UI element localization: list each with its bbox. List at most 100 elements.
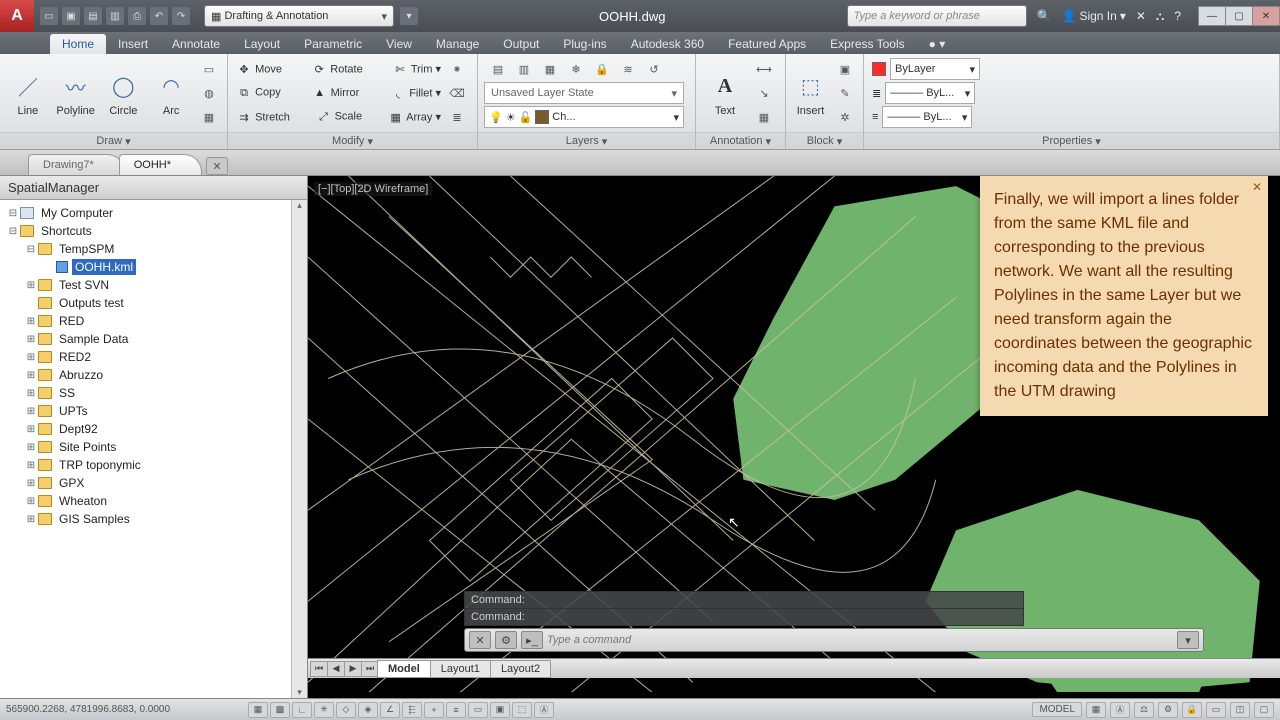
snap-icon[interactable]: ▦ — [248, 702, 268, 718]
menu-tab-home[interactable]: Home — [50, 34, 106, 54]
tool-polyline[interactable]: 〰Polyline — [54, 69, 98, 117]
linetype-combo[interactable]: ——— ByL...▾ — [882, 106, 972, 128]
tool-array[interactable]: ▦ Array ▾ — [388, 109, 441, 125]
attr-block-icon[interactable]: ✲ — [833, 106, 857, 128]
tree-node[interactable]: ⊞Test SVN — [0, 276, 307, 294]
tree-node[interactable]: ⊞GPX — [0, 474, 307, 492]
tree-expander-icon[interactable]: ⊞ — [24, 334, 38, 345]
menu-tab-annotate[interactable]: Annotate — [160, 34, 232, 54]
document-tab[interactable]: Drawing7* — [28, 154, 125, 175]
tree-node[interactable]: ⊞Dept92 — [0, 420, 307, 438]
cmd-customize-icon[interactable]: ⚙ — [495, 631, 517, 649]
status-scale-icon[interactable]: ⚖ — [1134, 702, 1154, 718]
menu-tab-express-tools[interactable]: Express Tools — [818, 34, 916, 54]
grid-icon[interactable]: ▩ — [270, 702, 290, 718]
tool-insert-block[interactable]: ⬚Insert — [792, 69, 829, 117]
layermatch-icon[interactable]: ≋ — [616, 58, 640, 80]
tree-node[interactable]: ⊟My Computer — [0, 204, 307, 222]
layout-prev-icon[interactable]: ◀ — [327, 661, 345, 677]
viewport-controls[interactable]: [−][Top][2D Wireframe] — [314, 182, 432, 196]
undo-icon[interactable]: ↶ — [150, 7, 168, 25]
menu-tab-layout[interactable]: Layout — [232, 34, 292, 54]
tree-node[interactable]: ⊞Site Points — [0, 438, 307, 456]
cmd-recent-icon[interactable]: ▾ — [1177, 631, 1199, 649]
status-lock-icon[interactable]: 🔒 — [1182, 702, 1202, 718]
tree-expander-icon[interactable]: ⊞ — [24, 352, 38, 363]
qp-icon[interactable]: ▣ — [490, 702, 510, 718]
table-icon[interactable]: ▦ — [752, 106, 776, 128]
tool-scale[interactable]: ⤢ Scale — [316, 109, 363, 125]
dimension-icon[interactable]: ⟷ — [752, 58, 776, 80]
layeriso-icon[interactable]: ▦ — [538, 58, 562, 80]
tree-expander-icon[interactable]: ⊞ — [24, 424, 38, 435]
osnap-icon[interactable]: ◇ — [336, 702, 356, 718]
layerfrz-icon[interactable]: ❄ — [564, 58, 588, 80]
color-swatch[interactable] — [872, 62, 886, 76]
edit-block-icon[interactable]: ✎ — [833, 82, 857, 104]
tree-expander-icon[interactable]: ⊞ — [24, 442, 38, 453]
menu-tab-manage[interactable]: Manage — [424, 34, 491, 54]
command-input[interactable] — [547, 634, 1173, 646]
menu-tab-featured-apps[interactable]: Featured Apps — [716, 34, 818, 54]
erase-icon[interactable]: ⌫ — [445, 82, 469, 104]
tool-text[interactable]: AText — [702, 69, 748, 117]
redo-icon[interactable]: ↷ — [172, 7, 190, 25]
menu-extra-icon[interactable]: ● ▾ — [917, 34, 958, 54]
app-logo[interactable]: A — [0, 0, 34, 32]
menu-tab-output[interactable]: Output — [491, 34, 551, 54]
tree-node[interactable]: ⊞TRP toponymic — [0, 456, 307, 474]
maximize-button[interactable]: ▢ — [1225, 6, 1253, 26]
ducs-icon[interactable]: ⬱ — [402, 702, 422, 718]
tree-expander-icon[interactable]: ⊞ — [24, 316, 38, 327]
saveas-icon[interactable]: ▥ — [106, 7, 124, 25]
layout-first-icon[interactable]: ⏮ — [310, 661, 328, 677]
tree-expander-icon[interactable]: ⊟ — [6, 208, 20, 219]
tree-node[interactable]: ⊟Shortcuts — [0, 222, 307, 240]
tool-circle[interactable]: ◯Circle — [102, 69, 146, 117]
tree-node[interactable]: ⊞RED2 — [0, 348, 307, 366]
am-icon[interactable]: Ⓐ — [534, 702, 554, 718]
help-icon[interactable]: ? — [1174, 9, 1181, 23]
otrack-icon[interactable]: ∠ — [380, 702, 400, 718]
status-ann-icon[interactable]: Ⓐ — [1110, 702, 1130, 718]
save-icon[interactable]: ▤ — [84, 7, 102, 25]
new-icon[interactable]: ▭ — [40, 7, 58, 25]
layer-combo[interactable]: 💡☀🔓 Ch...▾ — [484, 106, 684, 128]
layerlock-icon[interactable]: 🔒 — [590, 58, 614, 80]
status-clean-icon[interactable]: ▢ — [1254, 702, 1274, 718]
create-block-icon[interactable]: ▣ — [833, 58, 857, 80]
tree-node[interactable]: ⊞Wheaton — [0, 492, 307, 510]
minimize-button[interactable]: — — [1198, 6, 1226, 26]
tool-trim[interactable]: ✄ Trim ▾ — [392, 61, 441, 77]
callout-close-icon[interactable]: ✕ — [1252, 178, 1262, 196]
color-combo[interactable]: ByLayer▾ — [890, 58, 980, 80]
help-search[interactable]: Type a keyword or phrase — [847, 5, 1027, 27]
tree-view[interactable]: ⊟My Computer⊟Shortcuts⊟TempSPMOOHH.kml⊞T… — [0, 200, 307, 698]
tree-expander-icon[interactable]: ⊞ — [24, 478, 38, 489]
status-iso-icon[interactable]: ◫ — [1230, 702, 1250, 718]
modelspace-toggle[interactable]: MODEL — [1032, 702, 1082, 717]
tree-node[interactable]: ⊞RED — [0, 312, 307, 330]
workspace-dd-icon[interactable]: ▾ — [400, 7, 418, 25]
tree-node[interactable]: Outputs test — [0, 294, 307, 312]
search-go-icon[interactable]: 🔍 — [1037, 9, 1052, 23]
lineweight-icon[interactable]: ≣ — [872, 87, 881, 100]
tree-node[interactable]: ⊞Sample Data — [0, 330, 307, 348]
menu-tab-plug-ins[interactable]: Plug-ins — [551, 34, 618, 54]
layout-tab[interactable]: Layout2 — [490, 660, 551, 678]
explode-icon[interactable]: ⁕ — [445, 58, 469, 80]
exchange-icon[interactable]: ✕ — [1136, 9, 1146, 23]
menu-tab-parametric[interactable]: Parametric — [292, 34, 374, 54]
close-button[interactable]: ✕ — [1252, 6, 1280, 26]
tree-expander-icon[interactable]: ⊞ — [24, 406, 38, 417]
tree-scrollbar[interactable] — [291, 200, 307, 698]
lineweight-combo[interactable]: ——— ByL...▾ — [885, 82, 975, 104]
tree-node[interactable]: ⊟TempSPM — [0, 240, 307, 258]
tree-expander-icon[interactable]: ⊞ — [24, 280, 38, 291]
status-hw-icon[interactable]: ▭ — [1206, 702, 1226, 718]
polar-icon[interactable]: ✳ — [314, 702, 334, 718]
tool-rotate[interactable]: ⟳ Rotate — [311, 61, 362, 77]
stayconnected-icon[interactable]: ⛬ — [1156, 9, 1164, 24]
document-tab[interactable]: OOHH* — [119, 154, 202, 175]
plot-icon[interactable]: ⎙ — [128, 7, 146, 25]
